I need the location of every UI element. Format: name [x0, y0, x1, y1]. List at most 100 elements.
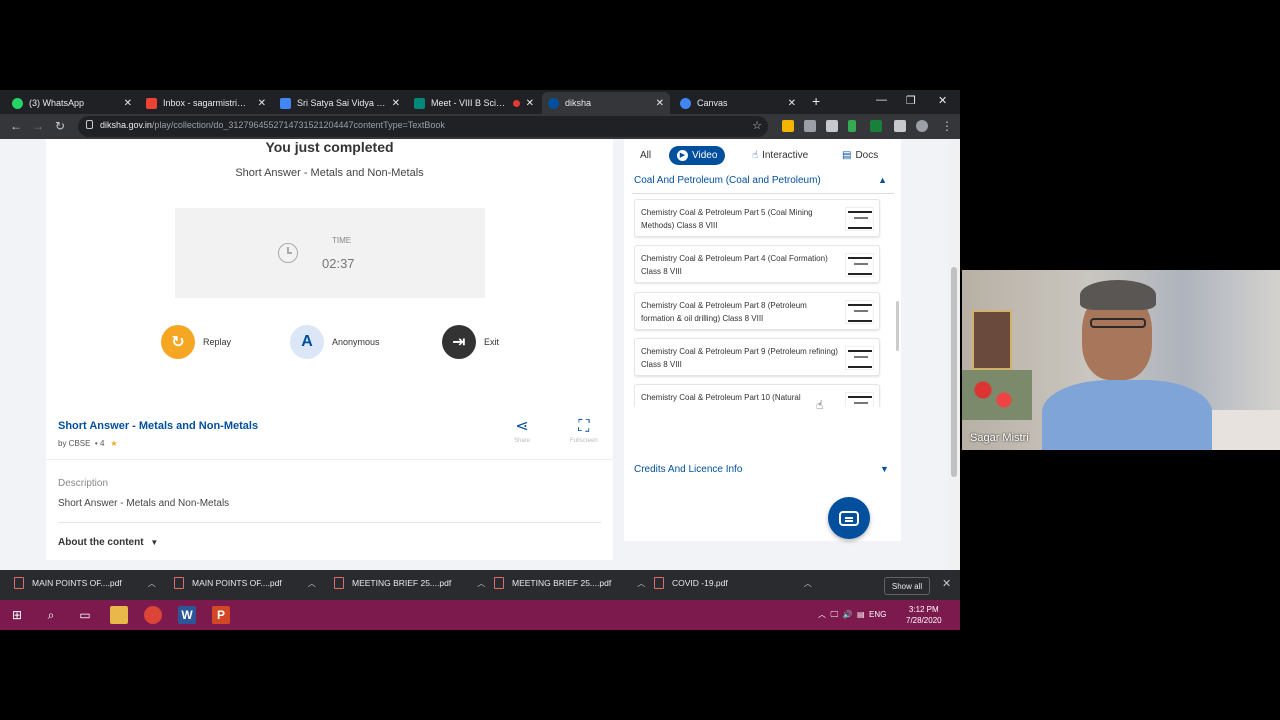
file-explorer-icon[interactable]	[110, 606, 128, 624]
chrome-icon[interactable]	[144, 606, 162, 624]
close-icon[interactable]: ✕	[942, 577, 951, 590]
windows-start-icon[interactable]: ⊞	[8, 606, 26, 624]
close-tab-icon[interactable]: ✕	[392, 98, 400, 109]
reload-icon[interactable]: ↻	[55, 119, 65, 133]
replay-label: Replay	[203, 337, 232, 347]
screen: (3) WhatsApp ✕ Inbox - sagarmistri@s... …	[0, 0, 1280, 720]
completion-title: You just completed	[265, 139, 394, 155]
close-tab-icon[interactable]: ✕	[656, 98, 664, 109]
chevron-up-icon[interactable]: ︿	[637, 578, 645, 589]
tab-whatsapp[interactable]: (3) WhatsApp ✕	[6, 92, 138, 114]
list-item[interactable]: Chemistry Coal & Petroleum Part 4 (Coal …	[634, 245, 880, 283]
completion-subtitle: Short Answer - Metals and Non-Metals	[235, 167, 424, 179]
time-box: TIME 02:37	[175, 208, 485, 298]
forward-icon[interactable]: →	[32, 119, 44, 133]
anonymous-button[interactable]: A Anonymous	[290, 325, 380, 359]
list-item[interactable]: Chemistry Coal & Petroleum Part 5 (Coal …	[634, 199, 880, 237]
chapter-accordion: Coal And Petroleum (Coal and Petroleum) …	[624, 171, 901, 541]
list-item[interactable]: Chemistry Coal & Petroleum Part 10 (Natu…	[634, 384, 880, 407]
extension-icon[interactable]	[826, 120, 838, 132]
task-view-icon[interactable]: ▭	[76, 606, 94, 624]
extension-icon[interactable]	[782, 120, 794, 132]
extension-icon[interactable]	[804, 120, 816, 132]
tab-diksha[interactable]: diksha ✕	[542, 92, 670, 114]
restore-icon[interactable]: ❐	[906, 94, 916, 107]
chevron-up-icon[interactable]: ︿	[308, 578, 316, 589]
replay-icon: ↻	[161, 325, 195, 359]
download-item[interactable]: MAIN POINTS OF....pdf ︿	[14, 577, 156, 589]
page-scrollbar[interactable]	[948, 139, 960, 630]
filter-all[interactable]: All	[632, 146, 659, 165]
extension-icon[interactable]	[848, 120, 856, 132]
star-icon: ★	[110, 439, 118, 448]
search-icon[interactable]: ⌕	[42, 606, 60, 624]
close-tab-icon[interactable]: ✕	[788, 98, 796, 109]
list-scrollbar[interactable]	[896, 301, 899, 351]
share-label: Share	[514, 438, 531, 444]
list-item[interactable]: Chemistry Coal & Petroleum Part 9 (Petro…	[634, 338, 880, 376]
credits-toggle[interactable]: Credits And Licence Info	[634, 464, 742, 475]
content-author: by CBSE • 4 ★	[58, 439, 118, 448]
tab-strip: (3) WhatsApp ✕ Inbox - sagarmistri@s... …	[0, 90, 960, 114]
scrollbar-thumb[interactable]	[951, 267, 957, 477]
powerpoint-icon[interactable]: P	[212, 606, 230, 624]
tab-gmail[interactable]: Inbox - sagarmistri@s... ✕	[140, 92, 272, 114]
taskbar-clock[interactable]: 3:12 PM 7/28/2020	[906, 604, 942, 626]
chevron-up-icon[interactable]: ︿	[477, 578, 485, 589]
close-tab-icon[interactable]: ✕	[258, 98, 266, 109]
chat-button[interactable]	[828, 497, 870, 539]
fullscreen-button[interactable]: ⛶ Fullscreen	[570, 418, 598, 444]
chevron-down-icon[interactable]: ▼	[880, 464, 889, 474]
chevron-up-icon[interactable]: ▲	[878, 175, 887, 185]
filter-video[interactable]: ▶ Video	[669, 146, 726, 165]
download-item[interactable]: MAIN POINTS OF....pdf ︿	[174, 577, 316, 589]
avatar-icon: A	[290, 325, 324, 359]
share-button[interactable]: ⋖ Share	[514, 418, 530, 444]
profile-icon[interactable]	[916, 120, 928, 132]
participant-name: Sagar Mistri	[970, 432, 1029, 444]
close-tab-icon[interactable]: ✕	[526, 98, 534, 109]
close-window-icon[interactable]: ✕	[938, 94, 947, 107]
word-icon[interactable]: W	[178, 606, 196, 624]
tab-meet[interactable]: Meet - VIII B Scien... ✕	[408, 92, 540, 114]
chevron-up-icon[interactable]: ︿	[804, 578, 812, 589]
person-hair	[1080, 280, 1156, 310]
chevron-up-icon[interactable]: ︿	[148, 578, 156, 589]
back-icon[interactable]: ←	[10, 119, 22, 133]
download-item[interactable]: MEETING BRIEF 25....pdf ︿	[334, 577, 485, 589]
puzzle-icon[interactable]	[894, 120, 906, 132]
download-filename: COVID -19.pdf	[672, 578, 728, 588]
tab-school[interactable]: Sri Satya Sai Vidya Vih... ✕	[274, 92, 406, 114]
clock-icon	[278, 243, 298, 263]
exit-button[interactable]: ⇥ Exit	[442, 325, 499, 359]
system-tray[interactable]: ︿ 🖵 🔊 ▤ ENG	[818, 609, 886, 620]
chrome-icon	[680, 97, 691, 109]
download-item[interactable]: COVID -19.pdf ︿	[654, 577, 812, 589]
bookmark-star-icon[interactable]: ☆	[752, 119, 762, 132]
url-text[interactable]: diksha.gov.in/play/collection/do_3127964…	[100, 120, 445, 130]
about-content-toggle[interactable]: About the content ▼	[58, 537, 158, 548]
list-item[interactable]: Chemistry Coal & Petroleum Part 8 (Petro…	[634, 292, 880, 330]
tab-canvas[interactable]: Canvas ✕	[674, 92, 802, 114]
fullscreen-label: Fullscreen	[570, 438, 598, 444]
accordion-header[interactable]: Coal And Petroleum (Coal and Petroleum)	[634, 175, 821, 186]
browser-toolbar: ← → ↻ diksha.gov.in/play/collection/do_3…	[0, 114, 960, 139]
address-bar[interactable]: diksha.gov.in/play/collection/do_3127964…	[78, 116, 768, 137]
document-icon: ▤	[842, 150, 852, 161]
menu-icon[interactable]: ⋮	[941, 119, 953, 133]
extension-icon[interactable]	[870, 120, 882, 132]
show-all-button[interactable]: Show all	[884, 577, 930, 595]
thumbnail-image	[845, 346, 874, 370]
url-host: diksha.gov.in	[100, 120, 152, 130]
language-indicator[interactable]: ENG	[869, 610, 886, 619]
filter-interactive[interactable]: ☝ Interactive	[744, 146, 816, 165]
replay-button[interactable]: ↻ Replay	[161, 325, 231, 359]
filter-video-label: Video	[692, 150, 718, 161]
time-label: TIME	[332, 236, 352, 245]
new-tab-icon[interactable]: +	[812, 93, 820, 109]
download-item[interactable]: MEETING BRIEF 25....pdf ︿	[494, 577, 645, 589]
filter-docs[interactable]: ▤ Docs	[834, 146, 886, 165]
close-tab-icon[interactable]: ✕	[124, 98, 132, 109]
exit-icon: ⇥	[442, 325, 476, 359]
minimize-icon[interactable]: —	[876, 94, 887, 106]
